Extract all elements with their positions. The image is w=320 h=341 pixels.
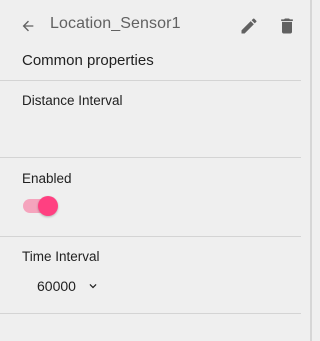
- trash-icon: [281, 18, 293, 34]
- time-interval-label: Time Interval: [22, 249, 100, 264]
- time-interval-select[interactable]: 60000: [37, 276, 100, 296]
- component-title: Location_Sensor1: [50, 15, 181, 32]
- toggle-thumb: [38, 196, 58, 216]
- arrow-back-icon: [22, 20, 34, 32]
- divider: [0, 157, 301, 158]
- enabled-label: Enabled: [22, 171, 72, 186]
- distance-interval-label: Distance Interval: [22, 93, 123, 108]
- chevron-down-icon: [86, 279, 100, 293]
- back-button[interactable]: [17, 15, 39, 37]
- divider: [0, 80, 301, 81]
- panel-edge: [310, 0, 312, 341]
- divider: [0, 236, 301, 237]
- pencil-icon: [241, 18, 257, 34]
- time-interval-value: 60000: [37, 278, 76, 294]
- panel-header: Location_Sensor1: [0, 0, 310, 50]
- section-title: Common properties: [22, 52, 154, 69]
- enabled-toggle[interactable]: [21, 196, 59, 216]
- delete-button[interactable]: [276, 15, 298, 37]
- divider: [0, 313, 301, 314]
- properties-panel: Location_Sensor1 Common properties Dista…: [0, 0, 312, 341]
- edit-button[interactable]: [238, 15, 260, 37]
